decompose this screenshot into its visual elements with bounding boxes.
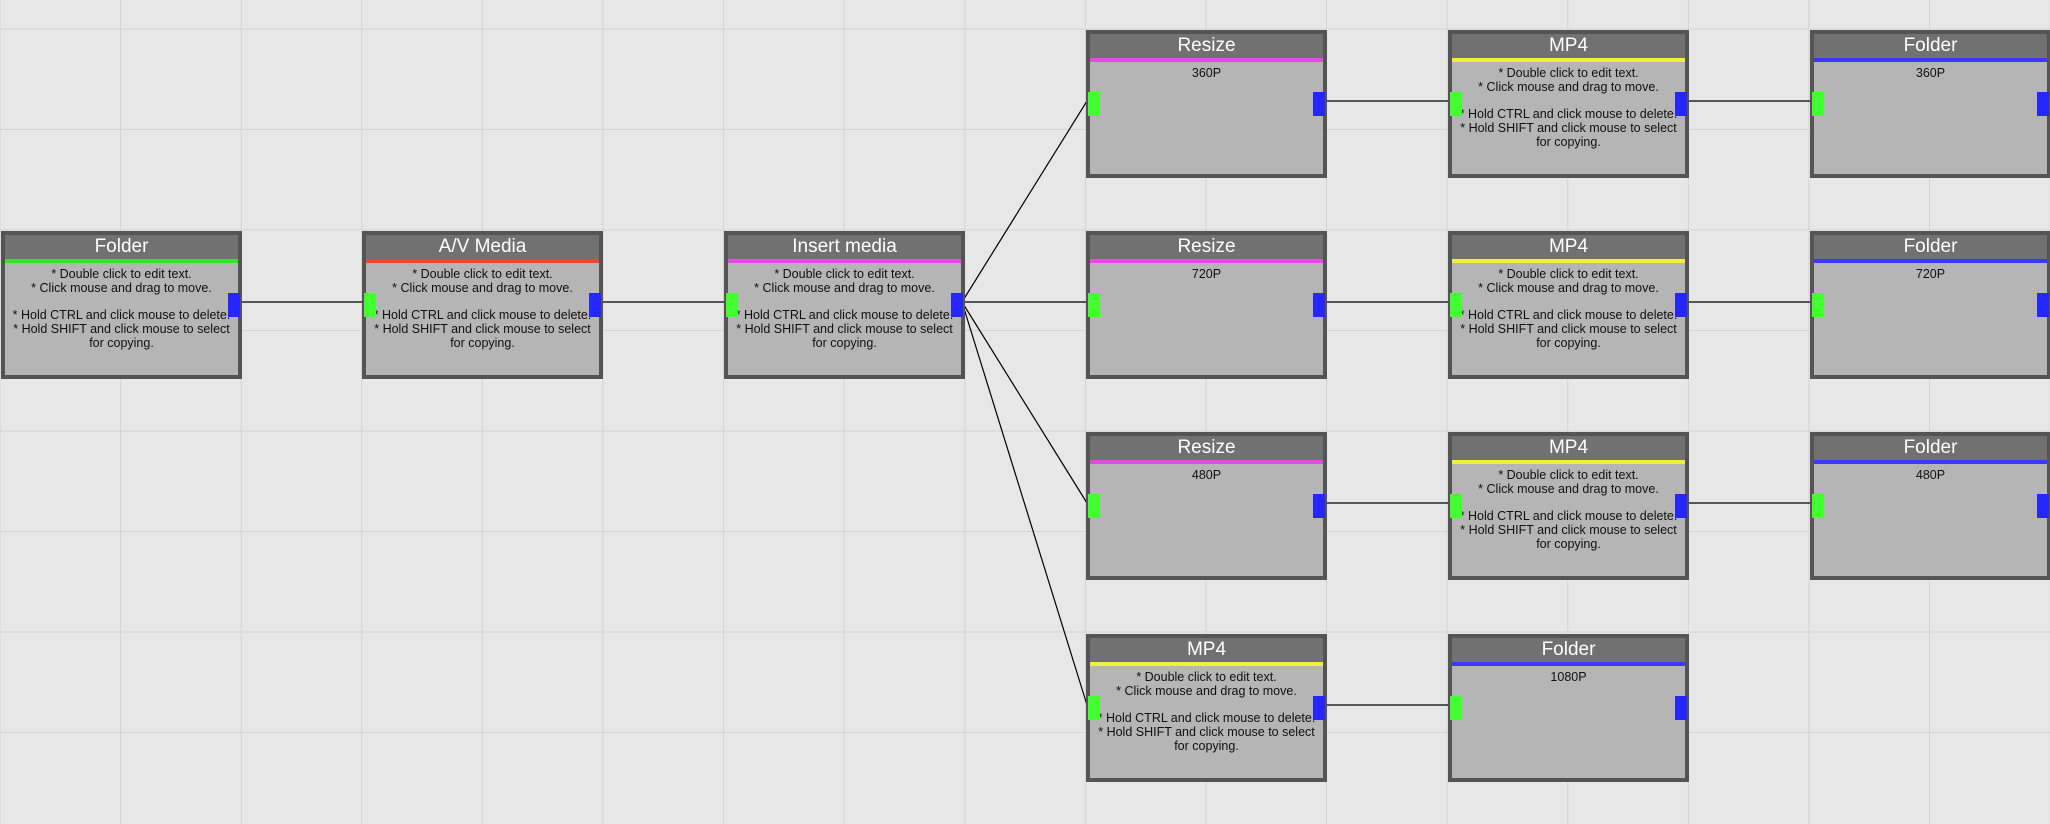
- output-port[interactable]: [1313, 696, 1325, 720]
- input-port[interactable]: [1450, 494, 1462, 518]
- node-help-text: * Double click to edit text. * Click mou…: [1459, 66, 1678, 149]
- node-title: Folder: [1452, 638, 1685, 666]
- node-value: 1080P: [1550, 670, 1587, 684]
- output-port[interactable]: [2037, 293, 2049, 317]
- output-port[interactable]: [2037, 494, 2049, 518]
- input-port[interactable]: [1088, 494, 1100, 518]
- output-port[interactable]: [1313, 293, 1325, 317]
- node-value: 360P: [1191, 66, 1222, 80]
- node-help-text: * Double click to edit text. * Click mou…: [1097, 670, 1316, 753]
- wire-insert-media-to-mp4-1080: [961, 301, 1088, 706]
- node-help-text: * Double click to edit text. * Click mou…: [1459, 468, 1678, 551]
- node-title: MP4: [1452, 235, 1685, 263]
- node-value: 480P: [1915, 468, 1946, 482]
- node-title: Folder: [1814, 34, 2047, 62]
- input-port[interactable]: [1088, 696, 1100, 720]
- node-title: A/V Media: [366, 235, 599, 263]
- input-port[interactable]: [1450, 92, 1462, 116]
- node-help-text: * Double click to edit text. * Click mou…: [373, 267, 592, 350]
- node-value: 720P: [1191, 267, 1222, 281]
- node-help-text: * Double click to edit text. * Click mou…: [12, 267, 231, 350]
- output-port[interactable]: [228, 293, 240, 317]
- connection-wires: [239, 100, 1811, 706]
- output-port[interactable]: [1675, 494, 1687, 518]
- input-port[interactable]: [1450, 696, 1462, 720]
- node-title: MP4: [1452, 436, 1685, 464]
- input-port[interactable]: [364, 293, 376, 317]
- node-title: Folder: [1814, 436, 2047, 464]
- node-mp4-480[interactable]: MP4 * Double click to edit text. * Click…: [1448, 432, 1689, 580]
- output-port[interactable]: [951, 293, 963, 317]
- output-port[interactable]: [2037, 92, 2049, 116]
- output-port[interactable]: [1675, 696, 1687, 720]
- node-mp4-720[interactable]: MP4 * Double click to edit text. * Click…: [1448, 231, 1689, 379]
- node-title: MP4: [1452, 34, 1685, 62]
- node-title: MP4: [1090, 638, 1323, 666]
- node-title: Insert media: [728, 235, 961, 263]
- input-port[interactable]: [1088, 92, 1100, 116]
- wire-insert-media-to-resize-360: [961, 100, 1088, 303]
- node-value: 480P: [1191, 468, 1222, 482]
- output-port[interactable]: [589, 293, 601, 317]
- input-port[interactable]: [1812, 92, 1824, 116]
- node-resize-720[interactable]: Resize 720P: [1086, 231, 1327, 379]
- node-folder-source[interactable]: Folder * Double click to edit text. * Cl…: [1, 231, 242, 379]
- output-port[interactable]: [1313, 494, 1325, 518]
- output-port[interactable]: [1313, 92, 1325, 116]
- input-port[interactable]: [1812, 293, 1824, 317]
- node-help-text: * Double click to edit text. * Click mou…: [1459, 267, 1678, 350]
- node-value: 360P: [1915, 66, 1946, 80]
- node-folder-480[interactable]: Folder 480P: [1810, 432, 2050, 580]
- input-port[interactable]: [1450, 293, 1462, 317]
- wire-insert-media-to-resize-480: [961, 301, 1088, 504]
- node-value: 720P: [1915, 267, 1946, 281]
- node-title: Resize: [1090, 34, 1323, 62]
- output-port[interactable]: [1675, 92, 1687, 116]
- input-port[interactable]: [1088, 293, 1100, 317]
- node-title: Resize: [1090, 436, 1323, 464]
- node-mp4-1080[interactable]: MP4 * Double click to edit text. * Click…: [1086, 634, 1327, 782]
- node-resize-360[interactable]: Resize 360P: [1086, 30, 1327, 178]
- node-folder-720[interactable]: Folder 720P: [1810, 231, 2050, 379]
- output-port[interactable]: [1675, 293, 1687, 317]
- input-port[interactable]: [1812, 494, 1824, 518]
- node-av-media[interactable]: A/V Media * Double click to edit text. *…: [362, 231, 603, 379]
- node-insert-media[interactable]: Insert media * Double click to edit text…: [724, 231, 965, 379]
- node-graph-canvas[interactable]: Folder * Double click to edit text. * Cl…: [0, 0, 2050, 824]
- node-help-text: * Double click to edit text. * Click mou…: [735, 267, 954, 350]
- node-folder-1080[interactable]: Folder 1080P: [1448, 634, 1689, 782]
- node-mp4-360[interactable]: MP4 * Double click to edit text. * Click…: [1448, 30, 1689, 178]
- node-folder-360[interactable]: Folder 360P: [1810, 30, 2050, 178]
- input-port[interactable]: [726, 293, 738, 317]
- node-title: Folder: [1814, 235, 2047, 263]
- node-title: Resize: [1090, 235, 1323, 263]
- node-title: Folder: [5, 235, 238, 263]
- node-resize-480[interactable]: Resize 480P: [1086, 432, 1327, 580]
